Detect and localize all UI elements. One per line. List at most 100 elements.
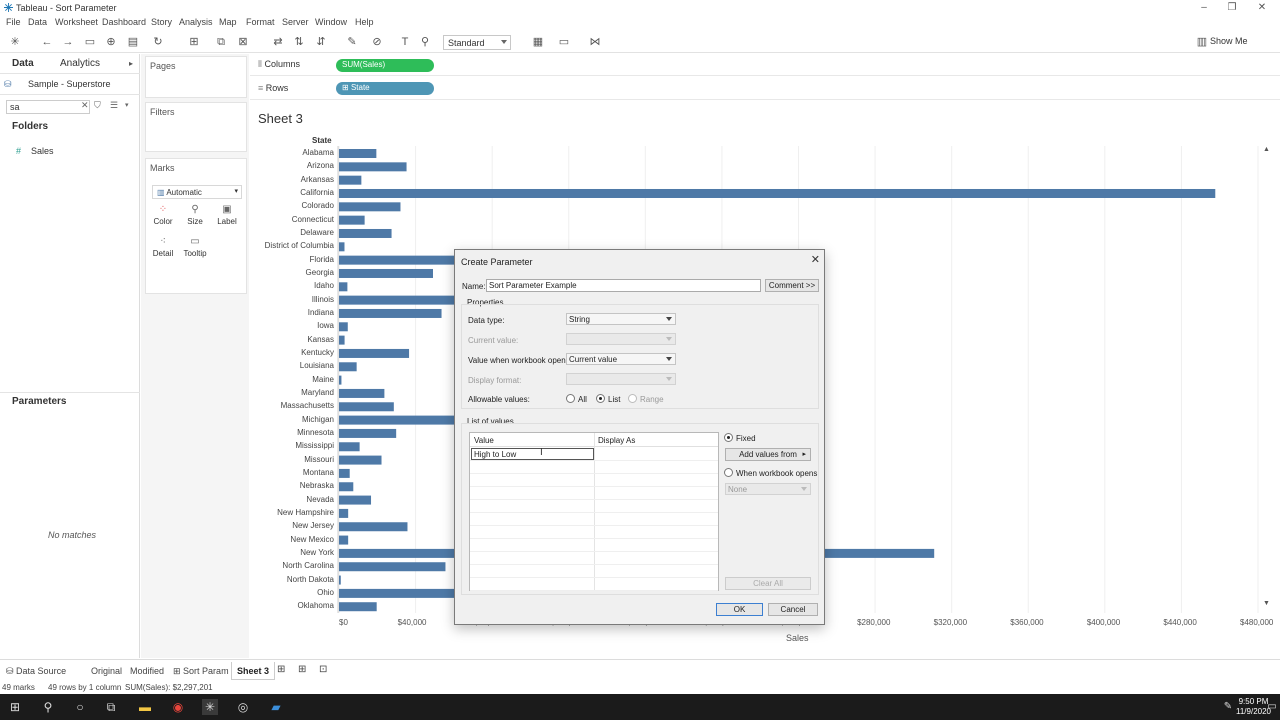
bar-district-of-columbia[interactable] <box>339 242 345 252</box>
datasource-icon: ⛁ <box>6 666 17 676</box>
bar-arkansas[interactable] <box>339 175 362 185</box>
values-grid[interactable]: Value Display As High to Low I <box>469 432 719 591</box>
grid-row-line <box>470 512 718 513</box>
chevron-down-icon <box>801 487 807 491</box>
bar-new-hampshire[interactable] <box>339 508 349 518</box>
bar-california[interactable] <box>339 188 1216 198</box>
comment-button[interactable]: Comment >> <box>765 279 819 292</box>
workbook-opens-select[interactable]: Current value <box>566 353 676 365</box>
tab-sort-param[interactable]: ⊞ Sort Param <box>173 666 229 677</box>
grid-row-line <box>470 525 718 526</box>
bar-arizona[interactable] <box>339 162 407 172</box>
bar-new-mexico[interactable] <box>339 535 349 545</box>
search-icon[interactable]: ⚲ <box>40 699 56 715</box>
new-dashboard-tab-icon[interactable]: ⊞ <box>298 664 306 675</box>
fixed-label: Fixed <box>736 434 756 443</box>
chevron-down-icon <box>666 337 672 341</box>
tab-sheet-3[interactable]: Sheet 3 <box>231 662 276 680</box>
bar-delaware[interactable] <box>339 228 392 238</box>
scroll-down-icon[interactable]: ▼ <box>1263 600 1270 607</box>
bar-kansas[interactable] <box>339 335 345 345</box>
bar-oklahoma[interactable] <box>339 602 377 612</box>
grid-row-line <box>470 460 718 461</box>
vertical-scrollbar[interactable]: ▲ ▼ <box>1262 146 1272 610</box>
allow-list-label: List <box>608 395 621 404</box>
tab-original[interactable]: Original <box>91 666 122 676</box>
bar-montana[interactable] <box>339 468 350 478</box>
bar-idaho[interactable] <box>339 282 348 292</box>
add-values-from-button[interactable]: Add values from ▸ <box>725 448 811 461</box>
allow-range-label: Range <box>640 395 664 404</box>
chevron-down-icon <box>666 377 672 381</box>
create-parameter-dialog: Create Parameter ✕ Name: Sort Parameter … <box>454 249 825 625</box>
value-edit-input[interactable]: High to Low <box>471 448 594 460</box>
chrome-icon[interactable]: ◉ <box>170 699 186 715</box>
grid-row-line <box>470 564 718 565</box>
bar-north-dakota[interactable] <box>339 575 341 585</box>
tab-data-source[interactable]: ⛁ Data Source <box>6 666 66 677</box>
grid-row-line <box>470 551 718 552</box>
value-edit-text: High to Low <box>474 450 517 459</box>
bar-nevada[interactable] <box>339 495 372 505</box>
tab-sort-param-label: Sort Param <box>183 666 229 676</box>
obs-icon[interactable]: ◎ <box>235 699 251 715</box>
add-values-from-label: Add values from <box>739 450 797 459</box>
current-value-select[interactable] <box>566 333 676 345</box>
bar-mississippi[interactable] <box>339 442 360 452</box>
new-worksheet-tab-icon[interactable]: ⊞ <box>277 664 285 675</box>
scroll-up-icon[interactable]: ▲ <box>1263 146 1270 153</box>
bar-maine[interactable] <box>339 375 342 385</box>
ok-button[interactable]: OK <box>716 603 763 616</box>
when-opens-select[interactable]: None <box>725 483 811 495</box>
tableau-window: Tableau - Sort Parameter – ❐ ✕ File Data… <box>0 0 1280 720</box>
name-label: Name: <box>462 282 486 291</box>
fixed-radio[interactable] <box>724 433 733 442</box>
data-type-select[interactable]: String <box>566 313 676 325</box>
workbook-opens-value: Current value <box>569 355 618 364</box>
bar-maryland[interactable] <box>339 388 385 398</box>
bar-alabama[interactable] <box>339 149 377 158</box>
cortana-icon[interactable]: ○ <box>72 699 88 715</box>
when-opens-select-value: None <box>728 485 748 494</box>
pen-icon[interactable]: ✎ <box>1220 699 1236 715</box>
tableau-taskbar-icon[interactable]: ✳ <box>202 699 218 715</box>
bar-missouri[interactable] <box>339 455 382 465</box>
value-column-header: Value <box>474 436 494 445</box>
dialog-close-icon[interactable]: ✕ <box>811 253 820 266</box>
bar-colorado[interactable] <box>339 202 401 212</box>
bar-iowa[interactable] <box>339 322 348 332</box>
marks-count: 49 marks <box>2 683 35 692</box>
cancel-button[interactable]: Cancel <box>768 603 818 616</box>
windows-start-icon[interactable]: ⊞ <box>7 699 23 715</box>
bar-nebraska[interactable] <box>339 482 354 492</box>
windows-taskbar: ⊞ ⚲ ○ ⧉ ▬ ◉ ✳ ◎ ▰ ✎ 9:50 PM 11/9/2020 ▭ <box>0 694 1280 720</box>
allow-list-radio[interactable] <box>596 394 605 403</box>
task-view-icon[interactable]: ⧉ <box>103 699 119 715</box>
grid-row-line <box>470 486 718 487</box>
new-story-tab-icon[interactable]: ⊡ <box>319 664 327 675</box>
bar-massachusetts[interactable] <box>339 402 394 412</box>
bar-north-carolina[interactable] <box>339 562 446 572</box>
bar-georgia[interactable] <box>339 268 433 278</box>
when-workbook-opens-radio[interactable] <box>724 468 733 477</box>
file-explorer-icon[interactable]: ▬ <box>137 699 153 715</box>
display-format-select[interactable] <box>566 373 676 385</box>
bar-indiana[interactable] <box>339 308 442 318</box>
clear-all-button[interactable]: Clear All <box>725 577 811 590</box>
bar-connecticut[interactable] <box>339 215 365 225</box>
bar-louisiana[interactable] <box>339 362 357 372</box>
bar-kentucky[interactable] <box>339 348 410 358</box>
notifications-icon[interactable]: ▭ <box>1264 699 1280 715</box>
allow-all-label: All <box>578 395 587 404</box>
bar-minnesota[interactable] <box>339 428 397 438</box>
name-input[interactable]: Sort Parameter Example <box>486 279 761 292</box>
display-format-label: Display format: <box>468 376 522 385</box>
tab-modified[interactable]: Modified <box>130 666 164 676</box>
app-taskbar-icon[interactable]: ▰ <box>268 699 284 715</box>
allow-all-radio[interactable] <box>566 394 575 403</box>
bar-new-jersey[interactable] <box>339 522 408 532</box>
grid-row-line <box>470 499 718 500</box>
allow-range-radio[interactable] <box>628 394 637 403</box>
name-input-value: Sort Parameter Example <box>489 281 577 290</box>
data-type-label: Data type: <box>468 316 505 325</box>
